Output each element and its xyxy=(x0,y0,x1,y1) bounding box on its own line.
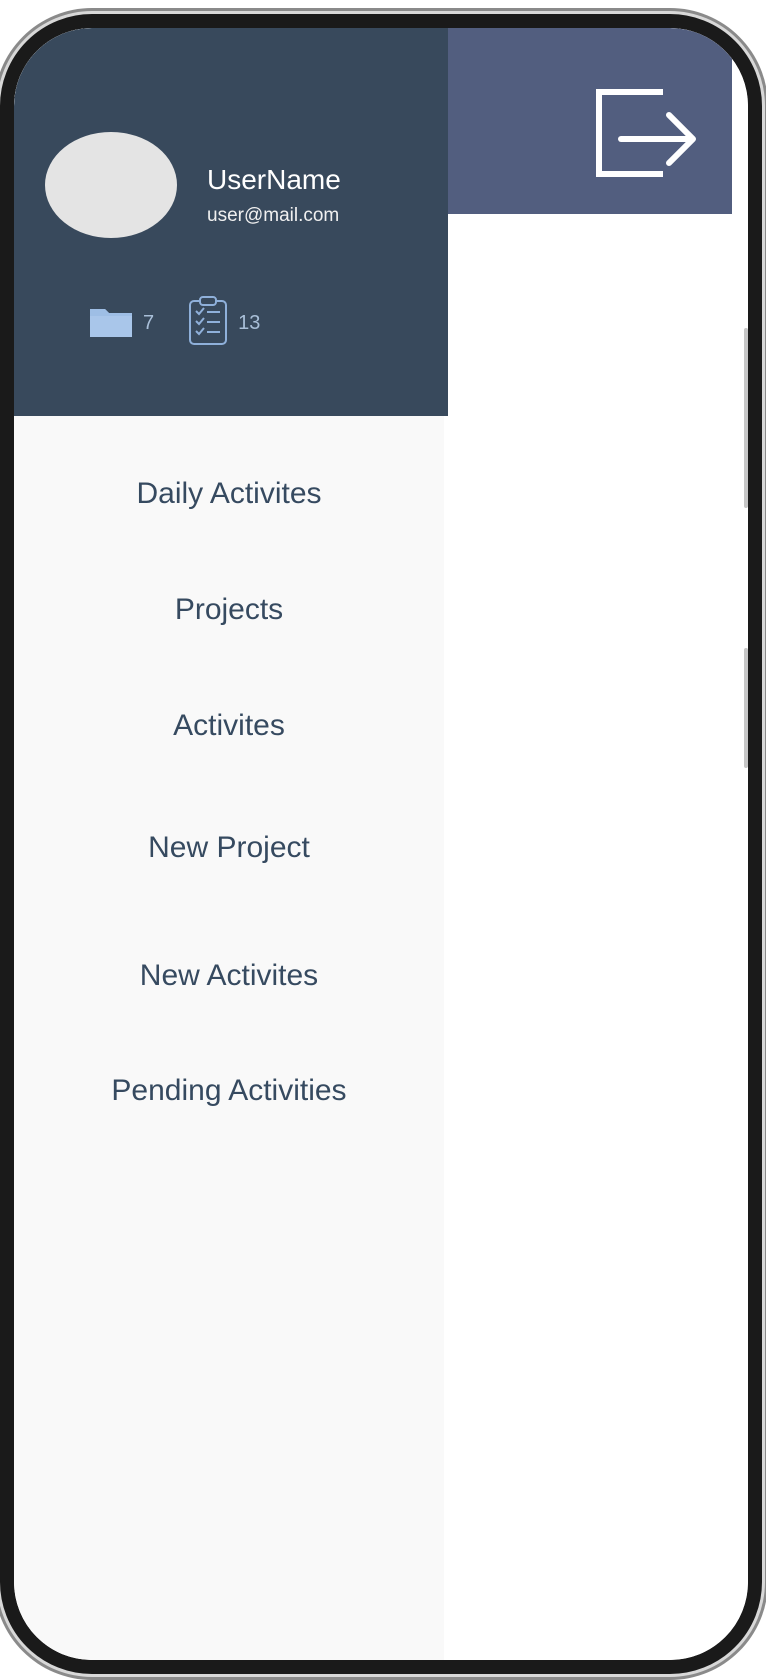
menu-item-daily-activites[interactable]: Daily Activites xyxy=(14,475,444,513)
activities-count: 13 xyxy=(238,312,261,334)
clipboard-icon xyxy=(188,296,228,350)
top-app-bar xyxy=(448,28,732,214)
avatar[interactable] xyxy=(45,132,177,238)
user-email: user@mail.com xyxy=(207,205,340,226)
phone-frame: UserName user@mail.com 7 13 Daily Activi… xyxy=(0,14,762,1674)
user-stats: 7 13 xyxy=(89,296,260,350)
power-button xyxy=(744,648,748,768)
navigation-drawer: UserName user@mail.com 7 13 Daily Activi… xyxy=(14,28,448,1660)
activities-stat: 13 xyxy=(188,296,260,350)
projects-count: 7 xyxy=(143,312,155,334)
projects-stat: 7 xyxy=(89,304,154,342)
menu-item-new-project[interactable]: New Project xyxy=(14,829,444,867)
screen: UserName user@mail.com 7 13 Daily Activi… xyxy=(14,28,748,1660)
logout-icon xyxy=(594,89,704,182)
menu-item-projects[interactable]: Projects xyxy=(14,591,444,629)
menu-item-activites[interactable]: Activites xyxy=(14,707,444,745)
menu-item-new-activites[interactable]: New Activites xyxy=(14,957,444,995)
volume-button xyxy=(744,328,748,508)
drawer-header: UserName user@mail.com 7 13 xyxy=(14,28,448,416)
folder-icon xyxy=(89,304,133,342)
user-name: UserName xyxy=(207,164,341,195)
logout-button[interactable] xyxy=(594,88,704,178)
menu-item-pending-activities[interactable]: Pending Activities xyxy=(14,1072,444,1110)
